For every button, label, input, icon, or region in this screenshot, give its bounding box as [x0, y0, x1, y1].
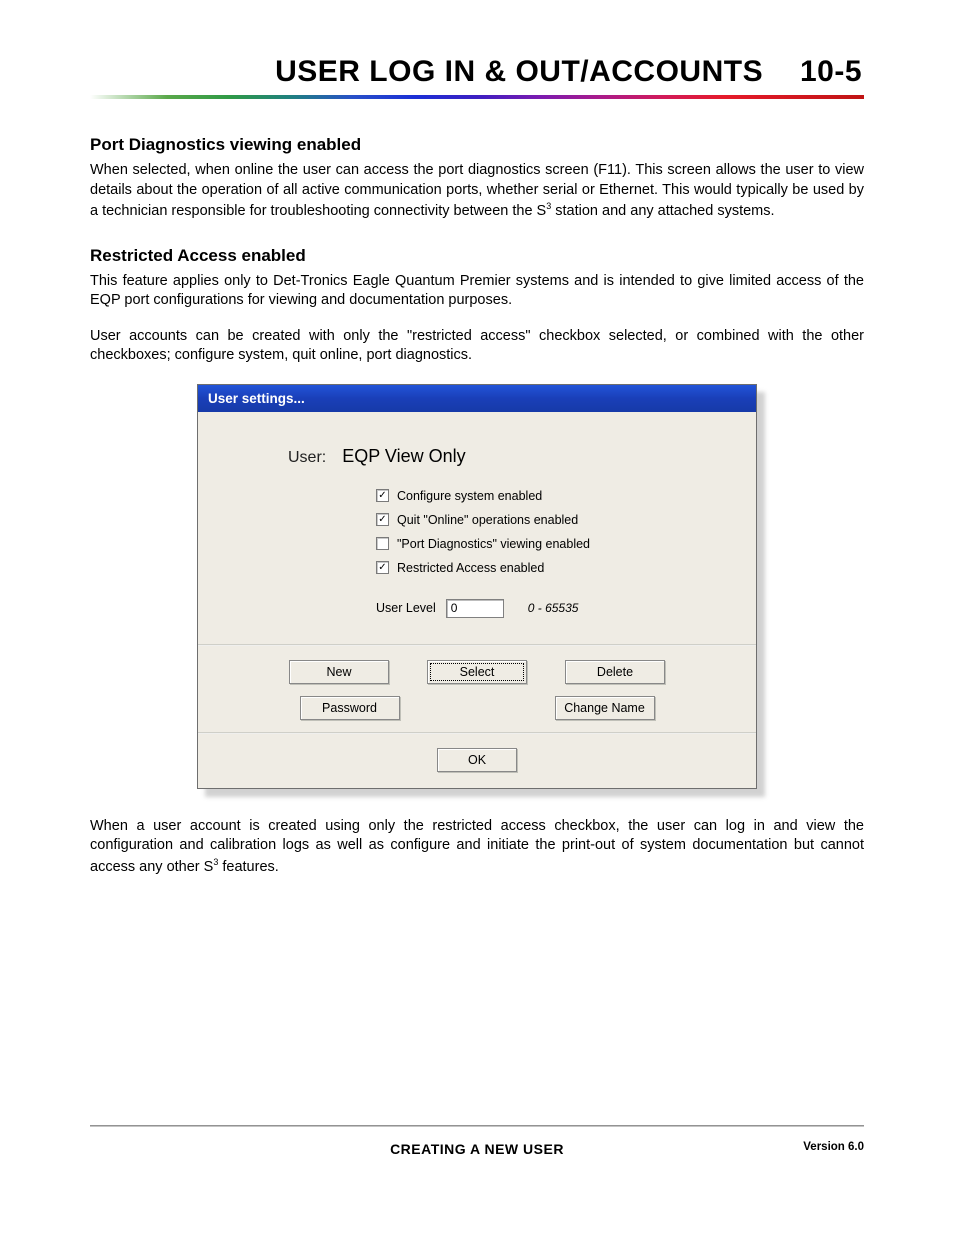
footer-version: Version 6.0 [803, 1141, 864, 1153]
user-level-label: User Level [376, 601, 436, 615]
user-settings-dialog-figure: User settings... User: EQP View Only ✓ C… [197, 384, 757, 789]
checkbox-restricted-access[interactable]: ✓ [376, 561, 389, 574]
checkbox-quit-online[interactable]: ✓ [376, 513, 389, 526]
checkbox-label: "Port Diagnostics" viewing enabled [397, 537, 590, 551]
new-button[interactable]: New [289, 660, 389, 684]
user-label: User: [288, 449, 326, 467]
checkbox-label: Quit "Online" operations enabled [397, 513, 578, 527]
select-button[interactable]: Select [427, 660, 527, 684]
dialog-separator [198, 644, 756, 646]
user-settings-dialog: User settings... User: EQP View Only ✓ C… [197, 384, 757, 789]
header-rule [90, 95, 864, 99]
para-restricted-2: User accounts can be created with only t… [90, 327, 864, 366]
header-title-text: USER LOG IN & OUT/ACCOUNTS [275, 55, 763, 88]
dialog-separator-2 [198, 732, 756, 734]
section-heading-restricted-access: Restricted Access enabled [90, 246, 864, 266]
page-header: USER LOG IN & OUT/ACCOUNTS 10-5 [90, 55, 864, 89]
checkbox-label: Configure system enabled [397, 489, 542, 503]
footer-title: CREATING A NEW USER [390, 1141, 564, 1157]
checkbox-configure-system[interactable]: ✓ [376, 489, 389, 502]
password-button[interactable]: Password [300, 696, 400, 720]
footer-rule [90, 1125, 864, 1127]
header-page-number: 10-5 [800, 55, 862, 88]
change-name-button[interactable]: Change Name [555, 696, 655, 720]
section-heading-port-diagnostics: Port Diagnostics viewing enabled [90, 135, 864, 155]
page-footer: CREATING A NEW USER Version 6.0 [90, 1141, 864, 1157]
checkbox-port-diagnostics[interactable] [376, 537, 389, 550]
ok-button[interactable]: OK [437, 748, 517, 772]
delete-button[interactable]: Delete [565, 660, 665, 684]
dialog-titlebar: User settings... [198, 385, 756, 412]
checkbox-list: ✓ Configure system enabled ✓ Quit "Onlin… [376, 489, 736, 575]
user-level-input[interactable] [446, 599, 504, 618]
para-restricted-1: This feature applies only to Det-Tronics… [90, 272, 864, 311]
user-value: EQP View Only [342, 446, 465, 467]
user-level-range: 0 - 65535 [528, 601, 579, 615]
para-port-diagnostics: When selected, when online the user can … [90, 161, 864, 222]
checkbox-label: Restricted Access enabled [397, 561, 544, 575]
para-after-dialog: When a user account is created using onl… [90, 817, 864, 878]
